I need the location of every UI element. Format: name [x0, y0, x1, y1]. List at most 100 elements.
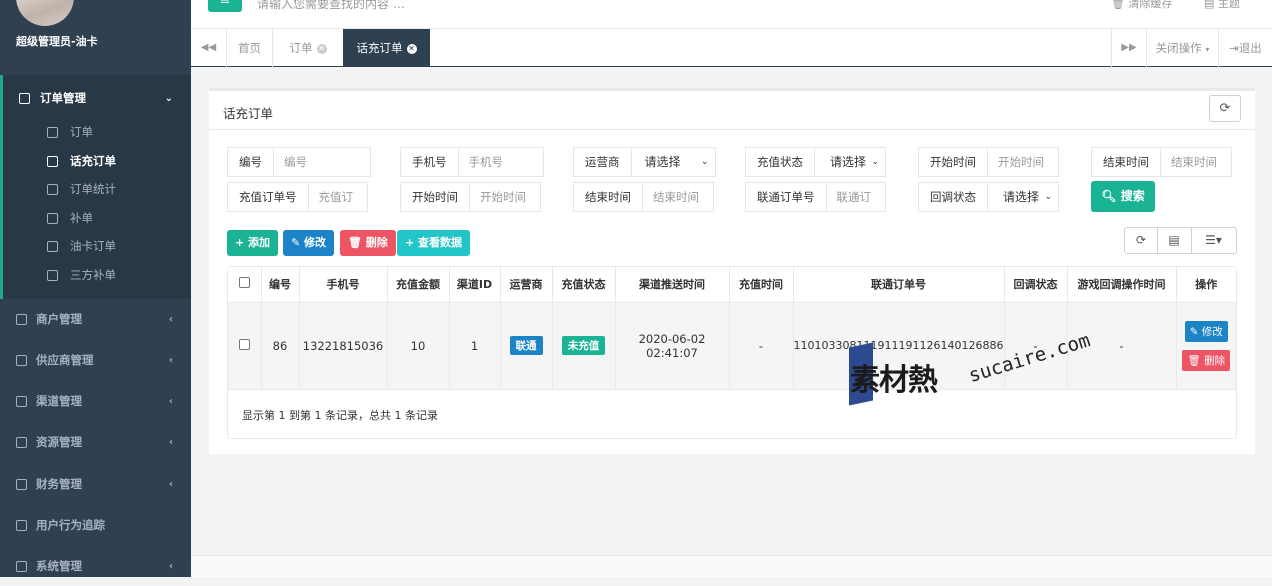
column-header[interactable]: 编号: [261, 267, 300, 303]
edit-button[interactable]: ✎ 修改: [283, 230, 335, 256]
column-header[interactable]: 充值时间: [729, 267, 794, 303]
copy-icon: [47, 126, 58, 138]
search-button[interactable]: 🔍︎ 搜索: [1091, 181, 1155, 212]
cell-push-time: 2020-06-02 02:41:07: [615, 302, 730, 390]
cell-actions: ✎ 修改 🗑 删除: [1176, 302, 1236, 390]
column-header[interactable]: 回调状态: [1004, 267, 1068, 303]
column-header[interactable]: 充值金额: [387, 267, 450, 303]
chevron-left-icon: ‹: [168, 354, 173, 366]
cell-id: 86: [261, 302, 300, 390]
chevron-left-icon: ‹: [168, 478, 173, 490]
add-button[interactable]: + 添加: [227, 230, 279, 256]
sidebar-subitem-fuel-card[interactable]: 油卡订单: [0, 232, 191, 260]
filter-label: 联通订单号: [745, 182, 827, 212]
sidebar-item-user-tracking[interactable]: 用户行为追踪: [0, 505, 191, 545]
chevron-left-icon: ‹: [168, 436, 173, 448]
filter-label: 结束时间: [573, 182, 643, 212]
logout-button[interactable]: ⇥退出: [1219, 29, 1272, 67]
select-all-checkbox[interactable]: [238, 277, 250, 289]
tab-home[interactable]: 首页: [227, 29, 273, 67]
table-refresh-button[interactable]: ⟳: [1124, 227, 1158, 254]
tab-phone-recharge[interactable]: 话充订单 ✕: [343, 29, 430, 67]
sidebar-item-label: 商户管理: [36, 312, 82, 326]
column-header[interactable]: 联通订单号: [793, 267, 1005, 303]
copy-icon: [16, 313, 27, 325]
status-badge: 未充值: [561, 336, 606, 355]
sidebar-subitem-phone-recharge[interactable]: 话充订单: [0, 147, 191, 175]
close-icon[interactable]: ✕: [316, 43, 327, 54]
unicom-order-input[interactable]: 联通订: [826, 182, 886, 212]
sidebar-item-channel[interactable]: 渠道管理 ‹: [0, 381, 191, 421]
search-input[interactable]: 请输入您需要查找的内容 …: [257, 0, 405, 12]
row-checkbox[interactable]: [238, 338, 250, 350]
column-header[interactable]: 手机号: [299, 267, 388, 303]
recharge-status-select[interactable]: 请选择 ⌄: [815, 147, 886, 177]
phone-input[interactable]: 手机号: [458, 147, 544, 177]
clear-cache-button[interactable]: 🗑 清除缓存: [1111, 0, 1172, 11]
start-time-input[interactable]: 开始时间: [988, 147, 1059, 177]
delete-button[interactable]: 🗑 删除: [340, 230, 396, 256]
chevron-left-icon: ‹: [168, 560, 173, 572]
end-time-input[interactable]: 结束时间: [643, 182, 714, 212]
cell-charge-time: -: [729, 302, 794, 390]
sidebar-subitem-third-party[interactable]: 三方补单: [0, 261, 191, 289]
tab-prev-icon[interactable]: ◀◀: [191, 29, 227, 67]
tab-label: 话充订单: [356, 41, 403, 55]
orders-table: 编号 手机号 充值金额 渠道ID 运营商 充值状态 渠道推送时间 充值时间 联通…: [227, 266, 1237, 439]
row-edit-button[interactable]: ✎ 修改: [1184, 320, 1228, 342]
start-time-input[interactable]: 开始时间: [470, 182, 541, 212]
cell-operator: 联通: [500, 302, 553, 390]
toggle-view-button[interactable]: ▤: [1157, 227, 1192, 254]
avatar[interactable]: [16, 0, 74, 26]
table-icon: ▤: [1168, 233, 1180, 247]
close-ops-dropdown[interactable]: 关闭操作 ▾: [1147, 29, 1219, 67]
tab-orders[interactable]: 订单 ✕: [273, 29, 343, 67]
recharge-order-input[interactable]: 充值订: [308, 182, 368, 212]
sidebar-item-resource[interactable]: 资源管理 ‹: [0, 422, 191, 462]
row-delete-button[interactable]: 🗑 删除: [1182, 349, 1231, 371]
cell-status: 未充值: [552, 302, 616, 390]
sidebar-subitem-order[interactable]: 订单: [0, 118, 191, 146]
sidebar-item-merchant[interactable]: 商户管理 ‹: [0, 299, 191, 339]
menu-toggle-button[interactable]: ≡: [208, 0, 242, 12]
close-icon[interactable]: ✕: [406, 43, 417, 54]
id-input[interactable]: 编号: [274, 147, 371, 177]
callback-status-select[interactable]: 请选择 ⌄: [988, 182, 1059, 212]
cell-amount: 10: [387, 302, 450, 390]
sidebar-item-orders[interactable]: 订单管理 ⌄: [0, 78, 191, 118]
column-header[interactable]: 渠道推送时间: [615, 267, 730, 303]
sidebar-item-finance[interactable]: 财务管理 ‹: [0, 464, 191, 504]
select-value: 请选择: [1003, 190, 1040, 204]
column-header[interactable]: 渠道ID: [449, 267, 501, 303]
filter-recharge-order-no: 充值订单号 充值订: [227, 182, 368, 212]
sidebar-item-label: 补单: [70, 211, 93, 225]
filter-start-time: 开始时间 开始时间: [918, 147, 1059, 177]
column-header[interactable]: 运营商: [500, 267, 553, 303]
view-data-button[interactable]: + 查看数据: [397, 230, 471, 256]
sidebar-subitem-order-stats[interactable]: 订单统计: [0, 175, 191, 203]
end-time-input[interactable]: 结束时间: [1161, 147, 1232, 177]
operator-select[interactable]: 请选择 ⌄: [631, 147, 716, 177]
theme-button[interactable]: ▤ 主题: [1204, 0, 1240, 11]
sidebar-item-label: 订单: [70, 125, 93, 139]
column-header[interactable]: 游戏回调操作时间: [1067, 267, 1177, 303]
chevron-left-icon: ‹: [168, 313, 173, 325]
copy-icon: [47, 183, 58, 195]
tab-next-icon[interactable]: ▶▶: [1111, 29, 1147, 67]
filter-label: 结束时间: [1091, 147, 1161, 177]
sidebar-item-system[interactable]: 系统管理 ‹: [0, 546, 191, 586]
columns-dropdown-button[interactable]: ☰▾: [1191, 227, 1237, 254]
sidebar-item-supplier[interactable]: 供应商管理 ‹: [0, 340, 191, 380]
panel-refresh-button[interactable]: ⟳: [1209, 95, 1241, 122]
column-header[interactable]: 充值状态: [552, 267, 616, 303]
sidebar-subitem-reissue[interactable]: 补单: [0, 204, 191, 232]
list-icon: ▤: [1204, 0, 1215, 10]
filter-start-time-2: 开始时间 开始时间: [400, 182, 541, 212]
admin-name[interactable]: 超级管理员-油卡: [16, 33, 98, 49]
copy-icon: [47, 212, 58, 224]
select-value: 请选择: [644, 155, 681, 169]
filter-phone: 手机号 手机号: [400, 147, 544, 177]
list-icon: ☰▾: [1205, 233, 1222, 247]
push-date: 2020-06-02: [638, 331, 706, 346]
select-value: 请选择: [830, 155, 867, 169]
